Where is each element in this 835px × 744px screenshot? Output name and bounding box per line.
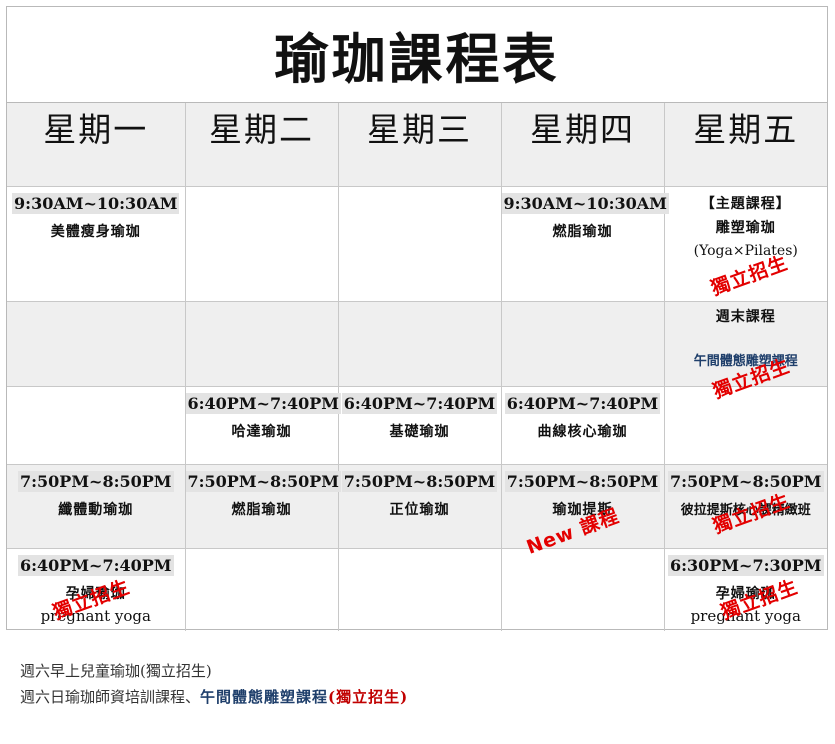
day-header-fri: 星期五 [663, 103, 827, 187]
cell-mon-r3 [7, 386, 186, 465]
cell-thu-r1: 9:30AM~10:30AM 燃脂瑜珈 [500, 186, 669, 302]
cell-fri-r2: 週末課程 午間體態雕塑課程 獨立招生 [663, 301, 827, 403]
cell-wed-r5 [337, 548, 502, 631]
note-line-2: 週六日瑜珈師資培訓課程、午間體態雕塑課程(獨立招生) [20, 684, 408, 710]
cell-wed-r3: 6:40PM~7:40PM 基礎瑜珈 [337, 386, 502, 465]
page-title: 瑜珈課程表 [7, 7, 827, 103]
class-name: 基礎瑜珈 [389, 424, 450, 440]
class-name: 曲線核心瑜珈 [537, 424, 628, 440]
time-label: 9:30AM~10:30AM [501, 193, 669, 214]
class-name: 午間體態雕塑課程 [693, 354, 798, 369]
cell-tue-r2 [184, 301, 339, 387]
time-label: 6:40PM~7:40PM [341, 393, 498, 414]
cell-tue-r1 [184, 186, 339, 302]
cell-mon-r4: 7:50PM~8:50PM 纖體動瑜珈 [7, 464, 186, 549]
class-name: 彼拉提斯核心課精緻班 [680, 503, 811, 518]
note-noon-course: 午間體態雕塑課程 [200, 688, 329, 706]
day-header-mon: 星期一 [7, 103, 186, 187]
class-name: 燃脂瑜珈 [231, 502, 292, 518]
cell-fri-r4: 7:50PM~8:50PM 彼拉提斯核心課精緻班 獨立招生 [663, 464, 827, 549]
schedule-sheet: 瑜珈課程表 星期一 星期二 星期三 星期四 星期五 9:30AM~10:30AM… [6, 6, 828, 631]
day-header-wed: 星期三 [337, 103, 502, 187]
cell-wed-r2 [337, 301, 502, 387]
class-name: 瑜珈提斯 [552, 502, 613, 518]
note-line-1: 週六早上兒童瑜珈(獨立招生) [20, 662, 212, 680]
class-english-name: pregnant yoga [690, 607, 801, 625]
class-name: 燃脂瑜珈 [552, 224, 613, 240]
theme-course-label: 【主題課程】 [700, 196, 791, 212]
cell-wed-r4: 7:50PM~8:50PM 正位瑜珈 [337, 464, 502, 549]
time-label: 6:40PM~7:40PM [185, 393, 341, 414]
class-name: 美體瘦身瑜珈 [50, 224, 141, 240]
time-label: 7:50PM~8:50PM [18, 471, 174, 492]
time-label: 9:30AM~10:30AM [12, 193, 180, 214]
time-label: 6:40PM~7:40PM [504, 393, 661, 414]
cell-tue-r4: 7:50PM~8:50PM 燃脂瑜珈 [184, 464, 341, 549]
time-label: 7:50PM~8:50PM [504, 471, 661, 492]
note-teacher-training: 週六日瑜珈師資培訓課程、 [20, 688, 201, 706]
schedule-table: 星期一 星期二 星期三 星期四 星期五 9:30AM~10:30AM 美體瘦身瑜… [7, 103, 827, 631]
class-name: 雕塑瑜珈 [715, 220, 776, 236]
class-name: 纖體動瑜珈 [58, 502, 134, 518]
note-independent-enrollment: (獨立招生) [328, 688, 409, 706]
class-name: 孕婦瑜珈 [65, 586, 126, 602]
time-label: 6:40PM~7:40PM [18, 555, 174, 576]
cell-mon-r5: 6:40PM~7:40PM 孕婦瑜珈 pregnant yoga 獨立招生 [7, 548, 186, 631]
cell-fri-r5: 6:30PM~7:30PM 孕婦瑜珈 pregnant yoga 獨立招生 [663, 548, 827, 631]
cell-thu-r5 [500, 548, 665, 631]
class-name: 哈達瑜珈 [231, 424, 292, 440]
class-subtitle: (Yoga×Pilates) [693, 243, 798, 259]
cell-mon-r2 [7, 301, 186, 387]
weekend-course-label: 週末課程 [715, 309, 776, 325]
time-label: 7:50PM~8:50PM [185, 471, 341, 492]
footnotes: 週六早上兒童瑜珈(獨立招生) 週六日瑜珈師資培訓課程、午間體態雕塑課程(獨立招生… [20, 658, 408, 710]
cell-thu-r3: 6:40PM~7:40PM 曲線核心瑜珈 [500, 386, 665, 465]
day-header-thu: 星期四 [500, 103, 665, 187]
time-label: 7:50PM~8:50PM [668, 471, 824, 492]
time-label: 7:50PM~8:50PM [341, 471, 498, 492]
cell-thu-r2 [500, 301, 665, 387]
time-label: 6:30PM~7:30PM [668, 555, 824, 576]
cell-fri-r3 [663, 386, 827, 465]
cell-fri-r1: 【主題課程】 雕塑瑜珈 (Yoga×Pilates) 獨立招生 [663, 186, 827, 302]
class-name: 孕婦瑜珈 [715, 586, 776, 602]
cell-thu-r4: 7:50PM~8:50PM 瑜珈提斯 New 課程 [500, 464, 665, 559]
day-header-tue: 星期二 [184, 103, 339, 187]
cell-wed-r1 [337, 186, 502, 302]
cell-tue-r5 [184, 548, 339, 631]
class-english-name: pregnant yoga [40, 607, 151, 625]
cell-tue-r3: 6:40PM~7:40PM 哈達瑜珈 [184, 386, 341, 465]
class-name: 正位瑜珈 [389, 502, 450, 518]
cell-mon-r1: 9:30AM~10:30AM 美體瘦身瑜珈 [7, 186, 186, 302]
